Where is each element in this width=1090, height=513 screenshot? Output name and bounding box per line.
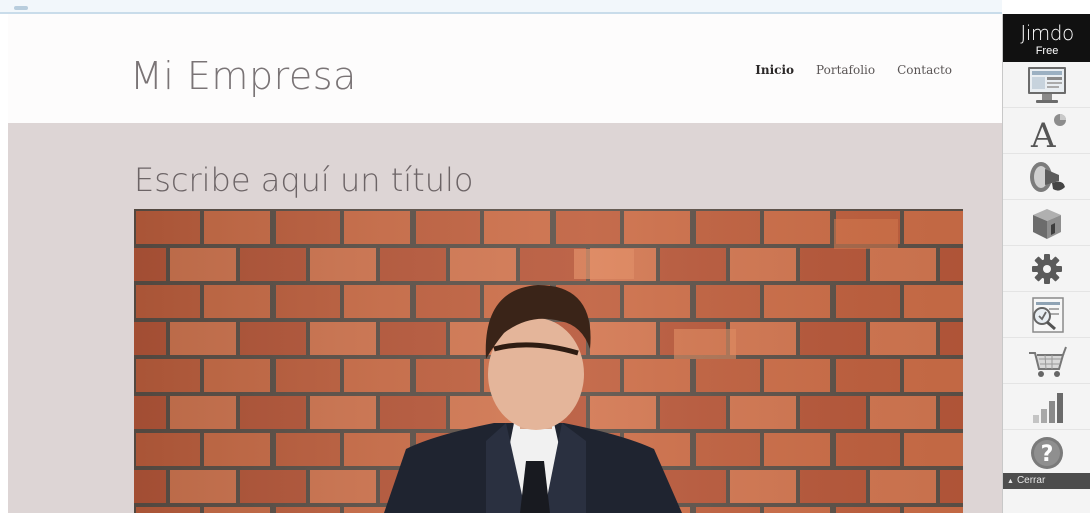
close-label: Cerrar [1016,475,1046,486]
top-bar-handle [14,6,28,10]
help-button[interactable]: ? [1003,430,1090,476]
main-navigation: Inicio Portafolio Contacto [755,63,952,77]
panel-bottom-space [1003,489,1090,513]
upgrade-box-icon [1033,208,1061,239]
layout-button[interactable] [1003,62,1090,108]
promote-button[interactable] [1003,154,1090,200]
close-panel-button[interactable]: ▲ Cerrar [1003,473,1090,489]
seo-magnifier-icon [1032,296,1064,333]
nav-item-inicio[interactable]: Inicio [755,63,794,77]
seo-button[interactable] [1003,292,1090,338]
content-area: Escribe aquí un título [8,123,1002,513]
promote-megaphone-icon [1030,161,1065,192]
statistics-bars-icon [1033,392,1063,423]
nav-item-portafolio[interactable]: Portafolio [816,63,875,77]
settings-button[interactable] [1003,246,1090,292]
hero-image[interactable] [134,209,963,513]
layout-icon [1028,66,1066,103]
hero-photo-illustration [134,209,963,513]
shop-button[interactable] [1003,338,1090,384]
style-font-icon: A [1030,113,1066,151]
svg-text:?: ? [1041,442,1054,467]
help-question-icon: ? [1031,436,1063,469]
jimdo-logo[interactable]: Jimdo Free [1003,14,1090,62]
site-header: Mi Empresa Inicio Portafolio Contacto [8,14,1002,123]
upgrade-button[interactable] [1003,200,1090,246]
svg-text:A: A [1030,116,1056,151]
site-logo[interactable]: Mi Empresa [130,54,357,98]
editor-top-bar [0,0,1002,14]
brand-name: Jimdo [1020,21,1074,45]
page-title[interactable]: Escribe aquí un título [134,161,473,199]
nav-item-contacto[interactable]: Contacto [897,63,952,77]
website-preview: Mi Empresa Inicio Portafolio Contacto Es… [8,14,1002,513]
browser-viewport: Mi Empresa Inicio Portafolio Contacto Es… [0,0,1090,513]
shop-cart-icon [1029,346,1067,377]
statistics-button[interactable] [1003,384,1090,430]
style-button[interactable]: A [1003,108,1090,154]
jimdo-admin-panel: Jimdo Free A ? ▲ Cerrar [1002,14,1090,513]
plan-label: Free [1035,45,1059,57]
collapse-arrow-icon: ▲ [1007,478,1014,485]
settings-gear-icon [1032,253,1062,284]
